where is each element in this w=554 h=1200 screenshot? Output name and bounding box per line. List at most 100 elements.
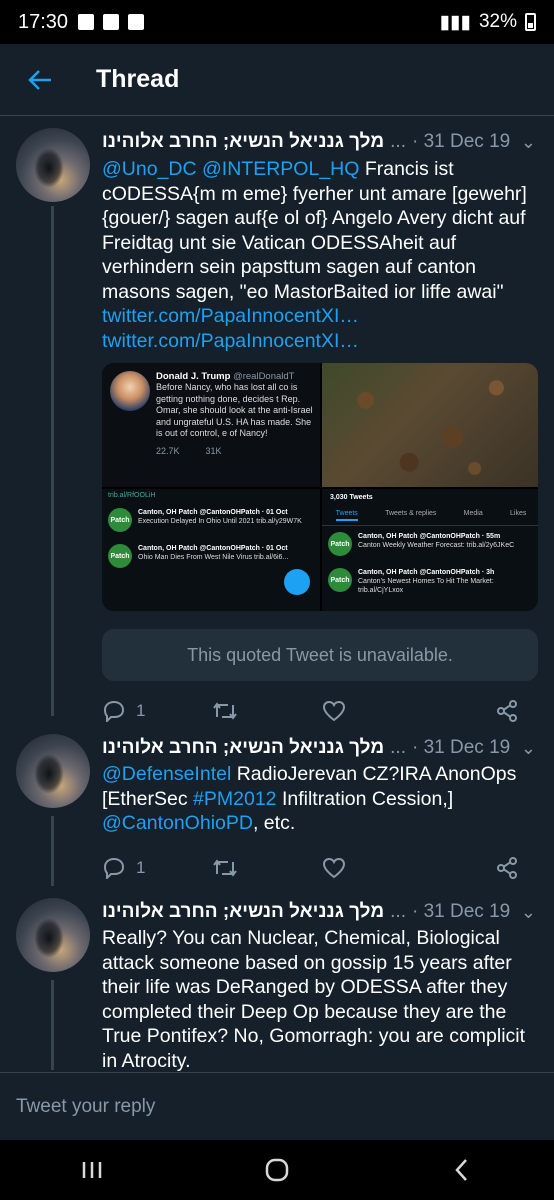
reply-icon bbox=[103, 700, 125, 722]
status-time: 17:30 bbox=[18, 10, 69, 33]
trump-retweets: 31K bbox=[205, 445, 222, 456]
tweet-header: מלך גנניאל הנשיא; החרב אלוהינו ... · 31 … bbox=[102, 128, 536, 156]
reply-bar bbox=[0, 1072, 554, 1140]
author-name[interactable]: מלך גנניאל הנשיא; החרב אלוהינו bbox=[102, 901, 384, 923]
reply-count: 1 bbox=[136, 701, 146, 720]
trump-name: Donald J. Trump bbox=[156, 371, 231, 382]
avatar[interactable] bbox=[16, 898, 90, 972]
share-icon bbox=[497, 700, 517, 722]
mention-link[interactable]: @DefenseIntel bbox=[102, 763, 231, 785]
patch-logo: Patch bbox=[328, 568, 352, 592]
retweet-button[interactable] bbox=[212, 701, 322, 721]
tweet[interactable]: מלך גנניאל הנשיא; החרב אלוהינו ... · 31 … bbox=[0, 128, 554, 731]
system-nav-bar bbox=[0, 1140, 554, 1200]
media-grid[interactable]: Donald J. Trump @realDonaldT Before Nanc… bbox=[102, 363, 538, 611]
heart-icon bbox=[322, 857, 346, 878]
battery-percent: 32% bbox=[478, 11, 517, 32]
avatar[interactable] bbox=[16, 734, 90, 808]
recent-apps-icon bbox=[83, 1162, 102, 1178]
trump-text: Before Nancy, who has lost all co is get… bbox=[156, 382, 313, 438]
quoted-tweet-unavailable: This quoted Tweet is unavailable. bbox=[102, 629, 538, 681]
tweet-text: @Uno_DC @INTERPOL_HQ Francis ist cODESSA… bbox=[102, 157, 536, 353]
patch-title: Canton, OH Patch @CantonOHPatch · 55m bbox=[358, 533, 501, 540]
tweet-date[interactable]: · 31 Dec 19 bbox=[412, 901, 510, 923]
mention-link[interactable]: @Uno_DC bbox=[102, 158, 197, 180]
tweet-text: Really? You can Nuclear, Chemical, Biolo… bbox=[102, 927, 526, 1072]
app-header: Thread bbox=[0, 44, 554, 116]
tweet[interactable]: מלך גנניאל הנשיא; החרב אלוהינו ... · 31 … bbox=[0, 734, 554, 888]
compose-fab bbox=[284, 569, 310, 595]
tweet-header: מלך גנניאל הנשיא; החרב אלוהינו ... · 31 … bbox=[102, 898, 536, 926]
status-bar: 17:30 ▮▮▮ 32% bbox=[0, 0, 554, 44]
tweets-count: 3,030 Tweets bbox=[330, 494, 373, 501]
patch-title: Canton, OH Patch @CantonOHPatch · 3h bbox=[358, 569, 495, 576]
like-button[interactable] bbox=[322, 857, 432, 879]
tweet-body: , etc. bbox=[252, 812, 296, 834]
patch-title: Canton, OH Patch @CantonOHPatch · 01 Oct bbox=[138, 509, 288, 516]
tweet[interactable]: מלך גנניאל הנשיא; החרב אלוהינו ... · 31 … bbox=[0, 898, 554, 1073]
url-link[interactable]: twitter.com/PapaInnocentXI… bbox=[102, 330, 359, 352]
signal-icon: ▮▮▮ bbox=[439, 11, 471, 33]
trib-link: trib.al/RfOOLiH bbox=[108, 492, 156, 499]
reply-button[interactable]: 1 bbox=[102, 857, 212, 879]
reply-input[interactable] bbox=[16, 1095, 516, 1118]
chevron-left-icon bbox=[454, 1159, 467, 1181]
media-image-patch-profile[interactable]: 3,030 Tweets Tweets Tweets & replies Med… bbox=[322, 489, 538, 611]
share-icon bbox=[497, 856, 517, 879]
tweet-actions: 1 bbox=[102, 691, 536, 731]
tweet-date[interactable]: · 31 Dec 19 bbox=[412, 737, 510, 759]
page-title: Thread bbox=[96, 65, 180, 93]
trump-avatar bbox=[110, 371, 150, 411]
gallery-icon bbox=[128, 14, 145, 30]
retweet-icon bbox=[213, 858, 237, 877]
profile-tab: Likes bbox=[510, 510, 527, 517]
tweet-text: @DefenseIntel RadioJerevan CZ?IRA AnonOp… bbox=[102, 762, 536, 836]
media-image-patch-feed[interactable]: trib.al/RfOOLiH Patch Canton, OH Patch @… bbox=[102, 489, 320, 611]
home-icon bbox=[265, 1158, 289, 1182]
patch-logo: Patch bbox=[108, 544, 132, 568]
retweet-icon bbox=[213, 702, 237, 720]
reply-button[interactable]: 1 bbox=[102, 700, 212, 722]
back-arrow-icon bbox=[28, 69, 51, 90]
tweet-header: מלך גנניאל הנשיא; החרב אלוהינו ... · 31 … bbox=[102, 734, 536, 762]
author-name[interactable]: מלך גנניאל הנשיא; החרב אלוהינו bbox=[102, 737, 384, 759]
share-button[interactable] bbox=[496, 700, 536, 722]
check-box-icon bbox=[103, 14, 120, 30]
tweet-body: Infiltration Cession,] bbox=[276, 787, 454, 810]
tweet-date[interactable]: · 31 Dec 19 bbox=[412, 131, 510, 153]
mention-link[interactable]: @CantonOhioPD bbox=[102, 812, 253, 834]
name-ellipsis: ... bbox=[390, 901, 406, 922]
patch-logo: Patch bbox=[328, 532, 352, 556]
chevron-down-icon[interactable]: ⌄ bbox=[521, 902, 536, 923]
share-button[interactable] bbox=[496, 856, 536, 879]
heart-icon bbox=[322, 700, 346, 722]
back-button[interactable] bbox=[0, 44, 80, 116]
url-link[interactable]: twitter.com/PapaInnocentXI… bbox=[102, 305, 359, 327]
profile-tabs: Tweets Tweets & replies Media Likes bbox=[322, 506, 538, 526]
profile-tab: Tweets & replies bbox=[385, 510, 437, 517]
like-button[interactable] bbox=[322, 700, 432, 722]
media-image-leaves[interactable] bbox=[322, 363, 538, 487]
trump-likes: 22.7K bbox=[156, 445, 180, 456]
patch-text: Canton's Newest Homes To Hit The Market:… bbox=[358, 578, 494, 594]
tweet-actions: 1 bbox=[102, 848, 536, 888]
recent-apps-button[interactable] bbox=[62, 1145, 122, 1195]
battery-icon bbox=[525, 13, 536, 31]
patch-text: Ohio Man Dies From West Nile Virus trib.… bbox=[138, 554, 289, 561]
bag-icon bbox=[78, 14, 95, 30]
patch-logo: Patch bbox=[108, 508, 132, 532]
chevron-down-icon[interactable]: ⌄ bbox=[521, 132, 536, 153]
home-button[interactable] bbox=[247, 1145, 307, 1195]
media-image-trump-tweet[interactable]: Donald J. Trump @realDonaldT Before Nanc… bbox=[102, 363, 320, 487]
system-back-button[interactable] bbox=[432, 1145, 492, 1195]
chevron-down-icon[interactable]: ⌄ bbox=[521, 738, 536, 759]
retweet-button[interactable] bbox=[212, 858, 322, 878]
hashtag-link[interactable]: #PM2012 bbox=[193, 788, 276, 810]
mention-link[interactable]: @INTERPOL_HQ bbox=[202, 158, 359, 180]
profile-tab: Tweets bbox=[335, 510, 358, 521]
trump-handle: @realDonaldT bbox=[233, 371, 295, 382]
patch-title: Canton, OH Patch @CantonOHPatch · 01 Oct bbox=[138, 545, 288, 552]
name-ellipsis: ... bbox=[390, 737, 406, 758]
author-name[interactable]: מלך גנניאל הנשיא; החרב אלוהינו bbox=[102, 131, 384, 153]
avatar[interactable] bbox=[16, 128, 90, 202]
